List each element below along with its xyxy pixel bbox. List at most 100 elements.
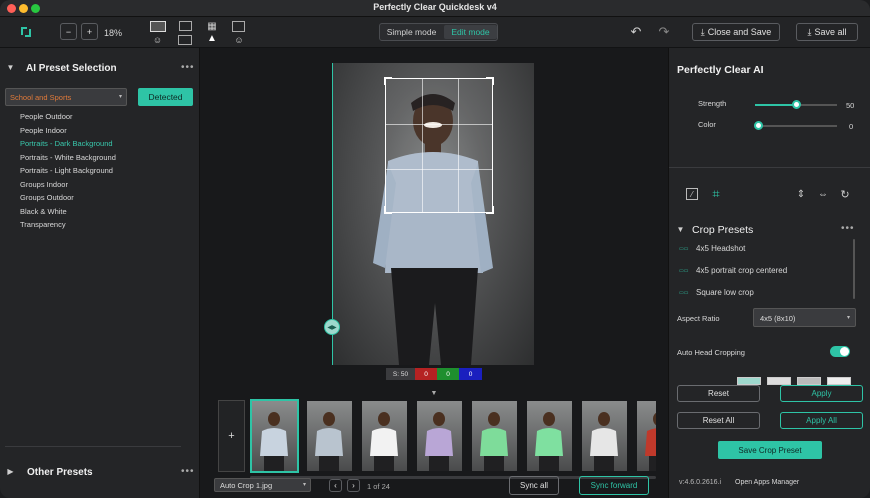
stat-b: 0 <box>459 368 482 380</box>
strength-value: 50 <box>846 101 855 110</box>
close-and-save-button[interactable]: ⤓ Close and Save <box>692 23 780 41</box>
add-label: + <box>228 430 235 442</box>
grid-view-icon[interactable]: ▦ <box>206 21 218 32</box>
crop-shape-option[interactable] <box>827 377 851 385</box>
save-crop-preset-button[interactable]: Save Crop Preset <box>718 441 822 459</box>
open-apps-manager-link[interactable]: Open Apps Manager <box>735 479 799 486</box>
toggle-knob <box>840 347 849 356</box>
save-all-label: Save all <box>814 27 847 37</box>
reset-all-button[interactable]: Reset All <box>677 412 760 429</box>
add-image-button[interactable]: + <box>218 400 245 472</box>
undo-icon[interactable]: ↶ <box>629 24 643 39</box>
crop-preset-icon: ▭▭ <box>679 290 689 296</box>
preset-item[interactable]: Groups Indoor <box>20 180 68 189</box>
crop-preset-label: Square low crop <box>696 288 754 297</box>
compare-handle[interactable]: ◀▶ <box>324 319 340 335</box>
crop-shape-option[interactable] <box>737 377 761 385</box>
levels-tool-icon[interactable]: ⁄ <box>686 188 698 200</box>
divider <box>669 167 870 168</box>
preset-dropdown-value: School and Sports <box>10 93 72 102</box>
file-select-value: Auto Crop 1.jpg <box>220 481 273 490</box>
zoom-in-button[interactable]: + <box>81 23 98 40</box>
color-slider[interactable] <box>755 125 837 127</box>
triangle-icon[interactable]: ▲ <box>206 33 218 44</box>
crop-shape-option[interactable] <box>797 377 821 385</box>
sync-all-button[interactable]: Sync all <box>509 476 559 495</box>
preset-item[interactable]: Black & White <box>20 207 67 216</box>
strength-slider-knob[interactable] <box>792 100 801 109</box>
color-label: Color <box>698 120 716 129</box>
stat-r: 0 <box>415 368 437 380</box>
auto-head-cropping-label: Auto Head Cropping <box>677 348 745 357</box>
apply-button[interactable]: Apply <box>780 385 863 402</box>
redo-icon[interactable]: ↷ <box>657 24 671 39</box>
preset-item[interactable]: Transparency <box>20 220 66 229</box>
preset-item[interactable]: Groups Outdoor <box>20 193 74 202</box>
more-options-icon[interactable]: ••• <box>841 223 855 234</box>
image-canvas-area: ◀▶ S: 50 0 0 0 ▼ + Auto Crop 1.jpg ▾ ‹ ›… <box>200 48 668 498</box>
face-crop-icon[interactable]: ☺ <box>233 34 245 45</box>
expand-chevron-icon[interactable]: ▶ <box>6 467 15 476</box>
crop-handle-br[interactable] <box>486 206 494 214</box>
crop-handle-tl[interactable] <box>384 77 392 85</box>
preset-item[interactable]: People Outdoor <box>20 112 73 121</box>
detected-button[interactable]: Detected <box>138 88 193 106</box>
zoom-out-button[interactable]: − <box>60 23 77 40</box>
compare-view-icon[interactable] <box>179 21 192 31</box>
collapse-chevron-icon[interactable]: ▼ <box>676 225 685 234</box>
filmstrip-thumbnail[interactable] <box>307 401 352 471</box>
crop-frame[interactable] <box>384 77 494 214</box>
download-icon: ⤓ <box>807 26 812 37</box>
film-view-icon[interactable] <box>178 35 192 45</box>
filmstrip-thumbnail[interactable] <box>582 401 627 471</box>
crop-view-icon[interactable] <box>232 21 245 32</box>
prev-page-button[interactable]: ‹ <box>329 479 342 492</box>
filmstrip-thumbnail[interactable] <box>362 401 407 471</box>
simple-mode-tab[interactable]: Simple mode <box>380 24 443 40</box>
rotate-icon[interactable]: ↻ <box>839 188 851 201</box>
crop-preset-label: 4x5 portrait crop centered <box>696 266 788 275</box>
crop-handle-bl[interactable] <box>384 206 392 214</box>
crop-preset-icon: ▭▭ <box>679 268 689 274</box>
preset-dropdown[interactable]: School and Sports ▾ <box>5 88 127 106</box>
crop-shape-option[interactable] <box>767 377 791 385</box>
sync-forward-button[interactable]: Sync forward <box>579 476 649 495</box>
file-select[interactable]: Auto Crop 1.jpg ▾ <box>214 478 311 492</box>
filmstrip-thumbnail[interactable] <box>250 399 299 473</box>
auto-head-toggle[interactable] <box>830 346 850 357</box>
filmstrip-toggle-icon[interactable]: ▼ <box>429 389 439 397</box>
next-page-button[interactable]: › <box>347 479 360 492</box>
pc-ai-title: Perfectly Clear AI <box>677 64 764 76</box>
face-view-icon[interactable]: ☺ <box>151 35 164 45</box>
edit-mode-tab[interactable]: Edit mode <box>444 25 497 39</box>
filmstrip-thumbnail[interactable] <box>637 401 656 471</box>
filmstrip-thumbnail[interactable] <box>417 401 462 471</box>
window-title: Perfectly Clear Quickdesk v4 <box>373 2 497 12</box>
preset-item[interactable]: Portraits - Dark Background <box>20 139 113 148</box>
color-slider-knob[interactable] <box>754 121 763 130</box>
crop-handle-tr[interactable] <box>486 77 494 85</box>
crop-preset-item[interactable]: ▭▭ Square low crop <box>679 288 849 300</box>
divider <box>5 446 181 447</box>
preset-item[interactable]: Portraits - Light Background <box>20 166 113 175</box>
crop-tool-icon[interactable]: ⌗ <box>709 186 723 201</box>
other-presets-title[interactable]: Other Presets <box>27 467 93 478</box>
more-options-icon[interactable]: ••• <box>181 62 195 73</box>
filmstrip-thumbnail[interactable] <box>527 401 572 471</box>
flip-horizontal-icon[interactable]: ⇔ <box>817 188 829 200</box>
single-view-icon[interactable] <box>150 21 166 32</box>
collapse-chevron-icon[interactable]: ▼ <box>6 63 15 72</box>
filmstrip-thumbnail[interactable] <box>472 401 517 471</box>
crop-preset-item[interactable]: ▭▭ 4x5 portrait crop centered <box>679 266 849 278</box>
reset-button[interactable]: Reset <box>677 385 760 402</box>
crop-preset-item[interactable]: ▭▭ 4x5 Headshot <box>679 244 849 256</box>
left-panel: ▼ AI Preset Selection ••• School and Spo… <box>0 48 200 498</box>
flip-vertical-icon[interactable]: ⇕ <box>795 188 807 200</box>
more-options-icon[interactable]: ••• <box>181 466 195 477</box>
crop-list-scrollbar[interactable] <box>853 239 855 299</box>
preset-item[interactable]: People Indoor <box>20 126 67 135</box>
apply-all-button[interactable]: Apply All <box>780 412 863 429</box>
save-all-button[interactable]: ⤓ Save all <box>796 23 858 41</box>
preset-item[interactable]: Portraits - White Background <box>20 153 116 162</box>
aspect-ratio-select[interactable]: 4x5 (8x10) ▾ <box>753 308 856 327</box>
